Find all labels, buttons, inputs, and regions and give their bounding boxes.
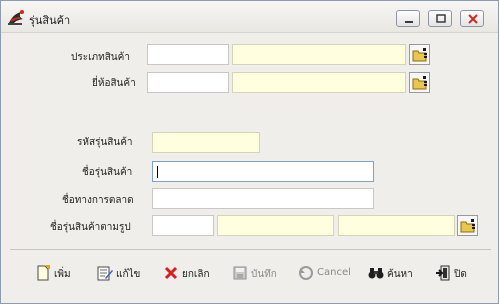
- product-model-window: รุ่นสินค้า ประเภทสินค้า ยี่ห้อสินค้า รหั…: [0, 0, 499, 304]
- model-form-field-2: [217, 215, 334, 236]
- model-form-lookup-button[interactable]: [457, 215, 478, 236]
- toolbar-divider: [10, 249, 491, 250]
- marketing-name-label: ชื่อทางการตลาด: [62, 195, 134, 206]
- new-document-icon: [37, 265, 50, 281]
- lookup-folder-icon: [460, 219, 475, 233]
- lookup-folder-icon: [412, 76, 427, 90]
- save-button[interactable]: บันทึก: [232, 263, 284, 285]
- product-type-label: ประเภทสินค้า: [71, 52, 130, 63]
- save-disk-icon: [233, 266, 247, 280]
- brand-label: ยี่ห้อสินค้า: [92, 78, 136, 89]
- minimize-icon: [405, 21, 413, 23]
- maximize-icon: [436, 14, 446, 23]
- model-code-label: รหัสรุ่นสินค้า: [77, 137, 133, 148]
- brand-lookup-button[interactable]: [409, 72, 430, 93]
- form-panel: ประเภทสินค้า ยี่ห้อสินค้า รหัสรุ่นสินค้า…: [10, 33, 491, 248]
- model-form-field-3: [338, 215, 455, 236]
- product-type-code-field[interactable]: [147, 44, 229, 65]
- lookup-folder-icon: [412, 48, 427, 62]
- search-button[interactable]: ค้นหา: [368, 263, 422, 285]
- minimize-button[interactable]: [396, 10, 420, 27]
- close-icon: [468, 14, 478, 24]
- undo-refresh-icon: [299, 266, 313, 280]
- add-button[interactable]: เพิ่ม: [35, 263, 75, 285]
- maximize-button[interactable]: [428, 10, 452, 27]
- title-bar[interactable]: รุ่นสินค้า: [1, 1, 498, 33]
- brand-name-field: [232, 72, 406, 93]
- close-button[interactable]: ปิด: [435, 263, 475, 285]
- exit-door-icon: [436, 265, 450, 281]
- model-name-field[interactable]: [152, 161, 374, 182]
- model-form-field-1[interactable]: [152, 215, 214, 236]
- model-code-field: [152, 132, 260, 153]
- app-logo-icon: [7, 8, 27, 26]
- cancel-button[interactable]: Cancel: [298, 263, 354, 285]
- cancel-item-button[interactable]: ยกเลิก: [163, 263, 219, 285]
- brand-code-field[interactable]: [147, 72, 229, 93]
- marketing-name-field[interactable]: [152, 188, 374, 209]
- product-type-name-field: [232, 44, 406, 65]
- edit-button[interactable]: แก้ไข: [97, 263, 145, 285]
- model-name-label: ชื่อรุ่นสินค้า: [82, 167, 133, 178]
- close-window-button[interactable]: [460, 10, 484, 27]
- delete-x-icon: [164, 266, 178, 280]
- edit-pencil-icon: [97, 266, 113, 281]
- action-toolbar: เพิ่ม แก้ไข ยกเลิก บันทึก Cancel ค้นหา ป…: [10, 255, 491, 295]
- model-name-by-form-label: ชื่อรุ่นสินค้าตามรูป: [50, 222, 131, 233]
- product-type-lookup-button[interactable]: [409, 44, 430, 65]
- binoculars-icon: [368, 268, 384, 279]
- text-caret: [157, 166, 158, 178]
- window-title: รุ่นสินค้า: [29, 14, 71, 27]
